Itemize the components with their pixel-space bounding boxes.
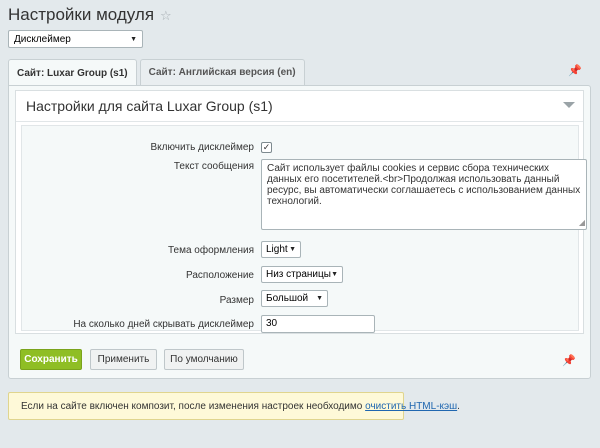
page-title-text: Настройки модуля <box>8 5 155 24</box>
message-text: Сайт использует файлы cookies и сервис с… <box>267 163 581 207</box>
save-button[interactable]: Сохранить <box>20 349 82 370</box>
chevron-down-icon: ▼ <box>289 246 296 253</box>
theme-select[interactable]: Light ▼ <box>261 241 301 258</box>
message-textarea[interactable]: Сайт использует файлы cookies и сервис с… <box>261 159 587 230</box>
page-title: Настройки модуля ☆ <box>8 5 172 25</box>
size-select[interactable]: Большой ▼ <box>261 290 328 307</box>
module-select[interactable]: Дисклеймер ▼ <box>8 30 143 48</box>
star-icon[interactable]: ☆ <box>160 8 172 24</box>
notice-text: Если на сайте включен композит, после из… <box>21 400 363 412</box>
apply-button[interactable]: Применить <box>90 349 157 370</box>
pin-icon[interactable]: 📌 <box>562 354 576 367</box>
days-label: На сколько дней скрывать дисклеймер <box>73 319 254 330</box>
chevron-down-icon: ▼ <box>316 295 323 302</box>
composite-notice: Если на сайте включен композит, после из… <box>8 392 460 420</box>
tab-label: Сайт: Luxar Group (s1) <box>17 68 128 79</box>
chevron-down-icon: ▼ <box>331 271 338 278</box>
days-input[interactable]: 30 <box>261 315 375 333</box>
resize-handle-icon[interactable]: ◢ <box>579 217 585 228</box>
settings-panel: Настройки для сайта Luxar Group (s1) Вкл… <box>8 85 591 379</box>
site-tabs: Сайт: Luxar Group (s1) Сайт: Английская … <box>8 59 305 87</box>
enable-disclaimer-checkbox[interactable]: ✓ <box>261 142 272 153</box>
theme-select-value: Light <box>266 244 288 255</box>
module-select-value: Дисклеймер <box>14 33 71 45</box>
notice-suffix: . <box>457 400 460 412</box>
settings-form: Включить дисклеймер ✓ Текст сообщения Са… <box>21 125 587 333</box>
chevron-down-icon: ▼ <box>130 35 137 43</box>
clear-html-cache-link[interactable]: очистить HTML-кэш <box>365 401 457 412</box>
size-select-value: Большой <box>266 293 309 304</box>
tab-site-en[interactable]: Сайт: Английская версия (en) <box>139 59 305 85</box>
size-label: Размер <box>219 295 254 306</box>
theme-label: Тема оформления <box>167 245 254 256</box>
position-select-value: Низ страницы <box>266 269 331 280</box>
section-title: Настройки для сайта Luxar Group (s1) <box>26 98 273 114</box>
collapse-icon[interactable] <box>563 102 575 108</box>
enable-disclaimer-label: Включить дисклеймер <box>150 142 254 153</box>
tab-site-s1[interactable]: Сайт: Luxar Group (s1) <box>8 59 137 87</box>
divider <box>16 121 583 122</box>
position-label: Расположение <box>186 270 254 281</box>
pin-icon[interactable]: 📌 <box>568 64 582 77</box>
defaults-button[interactable]: По умолчанию <box>164 349 244 370</box>
position-select[interactable]: Низ страницы ▼ <box>261 266 343 283</box>
settings-section: Настройки для сайта Luxar Group (s1) Вкл… <box>15 90 587 334</box>
message-label: Текст сообщения <box>173 161 254 172</box>
days-input-value: 30 <box>266 318 278 329</box>
tab-label: Сайт: Английская версия (en) <box>148 67 296 78</box>
